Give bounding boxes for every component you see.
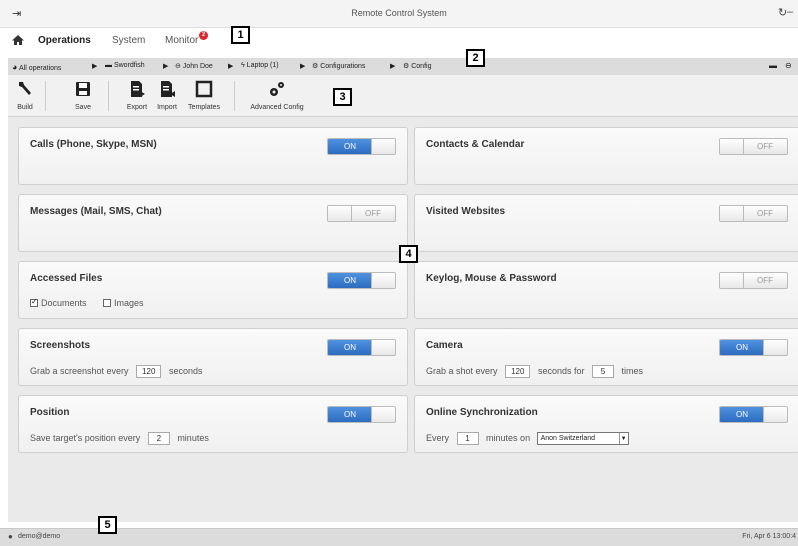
toolbar: Build Save Export Import Templates Advan… [8,75,798,117]
module-calls: Calls (Phone, Skype, MSN) ON [18,127,408,185]
menu-bar: Operations System Monitor 2 [0,28,798,55]
advanced-config-button[interactable]: Advanced Config [245,75,309,117]
dropdown-arrow-icon: ▼ [618,433,628,445]
home-icon[interactable] [11,33,25,47]
document-import-icon [161,81,175,97]
messages-toggle[interactable]: OFF [327,205,396,222]
module-position: Position ON Save target's position every… [18,395,408,453]
title-bar: ⇥ Remote Control System ↻ – [0,0,798,28]
module-keylog: Keylog, Mouse & Password OFF [414,261,798,319]
callout-5: 5 [98,516,117,534]
camera-interval-input[interactable]: 120 [505,365,531,378]
build-button[interactable]: Build [10,75,40,117]
position-interval-input[interactable]: 2 [147,432,170,445]
callout-1: 1 [231,26,250,44]
breadcrumb-all-operations[interactable]: ◕ All operations [12,62,61,72]
module-sync: Online Synchronization ON Every 1 minute… [414,395,798,453]
contacts-toggle[interactable]: OFF [719,138,788,155]
menu-system[interactable]: System [112,35,145,46]
callout-2: 2 [466,49,485,67]
calls-toggle[interactable]: ON [327,138,396,155]
export-button[interactable]: Export [122,75,152,117]
breadcrumb-john-doe[interactable]: ⊖ John Doe [175,62,213,70]
camera-times-input[interactable]: 5 [591,365,614,378]
toolbar-divider [108,81,109,111]
toolbar-divider [234,81,235,111]
breadcrumb-separator-icon: ▶ [163,63,169,70]
sync-server-select[interactable]: Anon Switzerland ▼ [536,432,629,446]
module-websites: Visited Websites OFF [414,194,798,252]
breadcrumb-configurations[interactable]: ⚙ Configurations [312,62,365,70]
lightning-icon: ϟ [241,62,245,69]
checkbox-unchecked-icon [103,299,112,307]
module-messages: Messages (Mail, SMS, Chat) OFF [18,194,408,252]
toolbar-divider [45,81,46,111]
breadcrumb-separator-icon: ▶ [228,63,234,70]
gears-icon: ⚙ [403,63,410,70]
checkbox-checked-icon [30,297,38,307]
documents-checkbox[interactable]: Documents [30,297,87,308]
sync-toggle[interactable]: ON [719,406,788,423]
breadcrumb-config[interactable]: ⚙ Config [403,62,431,70]
breadcrumb-separator-icon: ▶ [390,63,396,70]
websites-toggle[interactable]: OFF [719,205,788,222]
callout-3: 3 [333,88,352,106]
floppy-disk-icon [76,82,90,96]
folder-icon[interactable]: ▬ [769,61,777,70]
monitor-badge: 2 [199,31,208,40]
module-screenshots: Screenshots ON Grab a screenshot every 1… [18,328,408,386]
templates-button[interactable]: Templates [182,75,226,117]
window-title: Remote Control System [351,8,447,18]
target-icon: ⊖ [175,63,181,70]
images-checkbox[interactable]: Images [103,298,144,308]
user-icon: ● [8,532,13,541]
screenshots-toggle[interactable]: ON [327,339,396,356]
wrench-icon [19,82,31,95]
camera-toggle[interactable]: ON [719,339,788,356]
menu-monitor[interactable]: Monitor [165,35,198,46]
module-settings-panel: Calls (Phone, Skype, MSN) ON Contacts & … [8,117,798,522]
position-toggle[interactable]: ON [327,406,396,423]
templates-icon [195,80,213,98]
screenshot-interval-input[interactable]: 120 [136,365,162,378]
module-files: Accessed Files ON Documents Images [18,261,408,319]
remove-icon[interactable]: ⊖ [785,61,792,70]
callout-4: 4 [399,245,418,263]
save-button[interactable]: Save [68,75,98,117]
document-export-icon [131,81,145,97]
date-time: Fri, Apr 6 13:00:4 [742,533,796,540]
keylog-toggle[interactable]: OFF [719,272,788,289]
module-camera: Camera ON Grab a shot every 120 seconds … [414,328,798,386]
menu-operations[interactable]: Operations [38,35,91,46]
refresh-icon[interactable]: ↻ [778,6,787,19]
import-button[interactable]: Import [152,75,182,117]
gears-icon [270,82,284,96]
breadcrumb-swordfish[interactable]: ▬ Swordfish [105,62,145,69]
files-toggle[interactable]: ON [327,272,396,289]
status-bar: ● demo@demo Fri, Apr 6 13:00:4 [0,528,798,546]
globe-icon: ◕ [12,62,18,72]
gears-icon: ⚙ [312,63,319,70]
breadcrumb-separator-icon: ▶ [300,63,306,70]
module-contacts: Contacts & Calendar OFF [414,127,798,185]
minimize-icon[interactable]: – [787,6,793,18]
breadcrumb: ◕ All operations ▶ ▬ Swordfish ▶ ⊖ John … [8,58,798,75]
current-user: demo@demo [18,533,61,540]
breadcrumb-separator-icon: ▶ [92,63,98,70]
breadcrumb-laptop[interactable]: ϟ Laptop (1) [241,62,279,69]
folder-icon: ▬ [105,62,112,69]
sync-interval-input[interactable]: 1 [456,432,479,445]
